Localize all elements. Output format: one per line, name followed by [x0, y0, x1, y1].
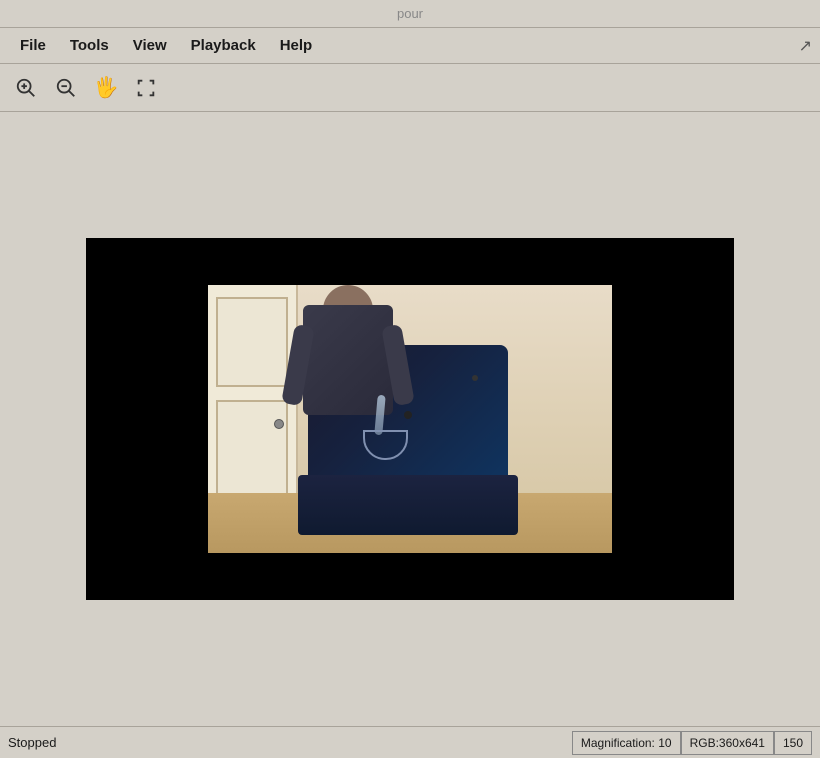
menu-tools[interactable]: Tools — [58, 33, 121, 58]
video-container — [86, 238, 734, 600]
video-scene — [208, 285, 612, 553]
corner-resize-icon[interactable]: ↗ — [799, 36, 812, 56]
title-bar: pour — [0, 0, 820, 28]
menu-help[interactable]: Help — [268, 33, 325, 58]
zoom-in-button[interactable] — [8, 70, 44, 106]
chair-seat — [298, 475, 518, 535]
magnification-field: Magnification: 10 — [572, 731, 681, 755]
door-panel-top — [216, 297, 288, 387]
main-content — [0, 112, 820, 726]
door-knob — [274, 419, 284, 429]
video-frame — [208, 285, 612, 553]
value-field: 150 — [774, 731, 812, 755]
menu-playback[interactable]: Playback — [179, 33, 268, 58]
fit-icon — [135, 77, 157, 99]
zoom-out-button[interactable] — [48, 70, 84, 106]
hand-icon: 🖐 — [94, 75, 119, 100]
status-right: Magnification: 10 RGB:360x641 150 — [572, 731, 812, 755]
resolution-field: RGB:360x641 — [681, 731, 774, 755]
toolbar: 🖐 — [0, 64, 820, 112]
title-text: pour — [397, 6, 423, 21]
status-bar: Stopped Magnification: 10 RGB:360x641 15… — [0, 726, 820, 758]
menu-file[interactable]: File — [8, 33, 58, 58]
person — [288, 285, 408, 450]
zoom-out-icon — [55, 77, 77, 99]
menu-bar: File Tools View Playback Help ↗ — [0, 28, 820, 64]
zoom-in-icon — [15, 77, 37, 99]
menu-view[interactable]: View — [121, 33, 179, 58]
status-text: Stopped — [8, 735, 572, 750]
pan-button[interactable]: 🖐 — [88, 70, 124, 106]
fit-button[interactable] — [128, 70, 164, 106]
chair-button — [472, 375, 478, 381]
